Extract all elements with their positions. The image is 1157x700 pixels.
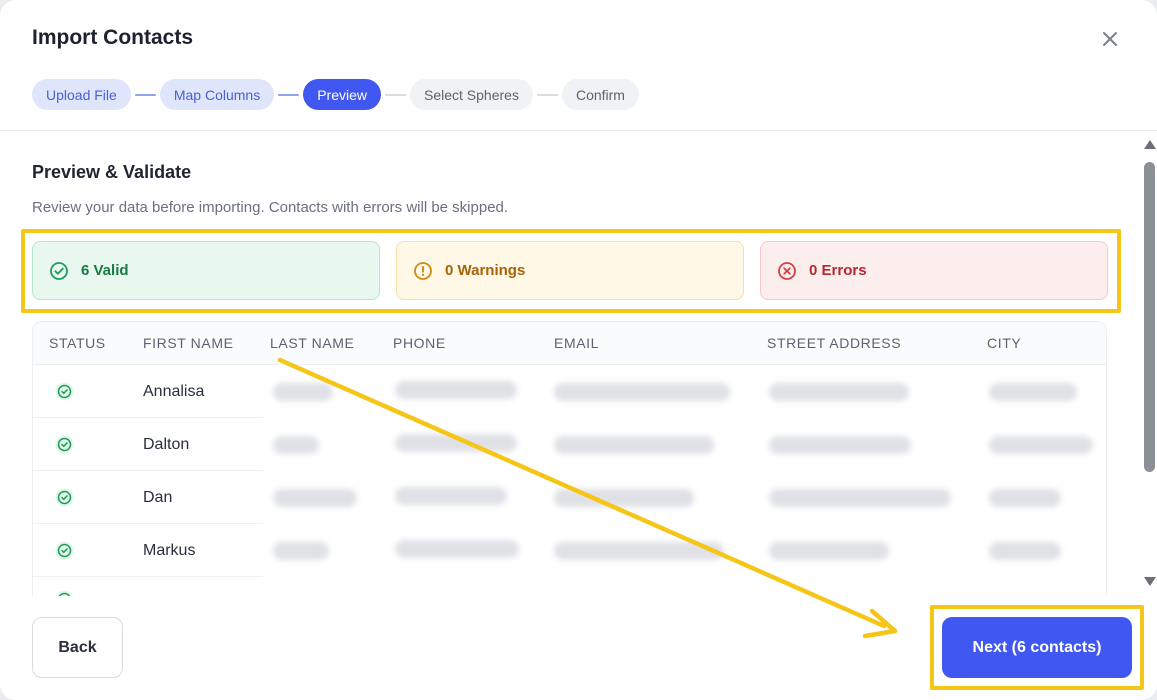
step-connector [536, 93, 558, 96]
table-header: STATUS FIRST NAME LAST NAME PHONE EMAIL … [33, 322, 1106, 365]
column-header-email: EMAIL [554, 335, 600, 351]
warnings-count: 0 Warnings [445, 262, 526, 279]
table-row[interactable]: Dan [33, 471, 263, 524]
column-header-last-name: LAST NAME [270, 335, 355, 351]
redacted-cell [395, 540, 519, 558]
column-header-phone: PHONE [393, 335, 446, 351]
redacted-cell [769, 383, 909, 401]
section-title: Preview & Validate [32, 162, 192, 182]
first-name-cell: Annalisa [143, 383, 205, 400]
redacted-cell [769, 436, 911, 454]
back-button[interactable]: Back [32, 617, 123, 678]
redacted-cell [554, 436, 714, 454]
step-select-spheres[interactable]: Select Spheres [410, 79, 533, 110]
modal-title: Import Contacts [32, 26, 194, 49]
column-header-city: CITY [987, 335, 1022, 351]
redacted-cell [989, 542, 1061, 560]
step-confirm[interactable]: Confirm [561, 79, 639, 110]
redacted-cell [554, 383, 730, 401]
column-header-street-address: STREET ADDRESS [767, 335, 902, 351]
check-circle-icon [50, 261, 68, 280]
first-name-cell: Dan [143, 489, 173, 506]
errors-count: 0 Errors [809, 262, 867, 279]
step-upload-file[interactable]: Upload File [32, 79, 131, 110]
redacted-cell [273, 489, 357, 507]
redacted-cell [554, 489, 694, 507]
import-contacts-modal: Import Contacts Upload File Map Columns … [0, 0, 1157, 700]
redacted-cell [769, 542, 889, 560]
errors-summary-card: 0 Errors [760, 241, 1108, 300]
scroll-up-arrow-icon[interactable] [1144, 140, 1156, 149]
redacted-cell [395, 434, 517, 452]
step-preview[interactable]: Preview [303, 79, 381, 110]
table-row[interactable]: Dalton [33, 418, 263, 471]
first-name-cell: Markus [143, 542, 196, 559]
step-connector [385, 93, 406, 96]
redacted-cell [395, 487, 507, 505]
preview-table[interactable]: STATUS FIRST NAME LAST NAME PHONE EMAIL … [32, 321, 1107, 596]
step-connector [278, 93, 300, 96]
table-row[interactable]: Annalisa [33, 365, 263, 418]
redacted-cell [554, 542, 724, 560]
error-circle-icon [778, 261, 796, 280]
redacted-cell [273, 383, 333, 401]
warnings-summary-card: 0 Warnings [396, 241, 744, 300]
step-connector [134, 93, 156, 96]
import-stepper: Upload File Map Columns Preview Select S… [32, 79, 639, 110]
redacted-cell [769, 489, 951, 507]
redacted-cell [989, 436, 1093, 454]
redacted-cell [273, 436, 319, 454]
redacted-cell [395, 381, 517, 399]
redacted-cell [989, 383, 1077, 401]
redacted-cell [273, 542, 329, 560]
scroll-down-arrow-icon[interactable] [1144, 577, 1156, 586]
first-name-cell: Dalton [143, 436, 190, 453]
valid-summary-card: 6 Valid [32, 241, 380, 300]
valid-status-icon [55, 435, 74, 454]
column-header-first-name: FIRST NAME [143, 335, 234, 351]
close-icon[interactable] [1099, 28, 1121, 50]
valid-status-icon [55, 541, 74, 560]
next-button[interactable]: Next (6 contacts) [942, 617, 1132, 678]
warning-circle-icon [414, 261, 432, 280]
section-description: Review your data before importing. Conta… [32, 199, 509, 216]
header-divider [0, 130, 1157, 131]
table-row[interactable]: Markus [33, 524, 263, 577]
valid-status-icon [55, 488, 74, 507]
step-map-columns[interactable]: Map Columns [159, 79, 275, 110]
valid-status-icon [56, 590, 73, 596]
vertical-scrollbar[interactable] [1141, 140, 1157, 590]
column-header-status: STATUS [49, 335, 106, 351]
valid-status-icon [55, 382, 74, 401]
scroll-thumb[interactable] [1144, 162, 1155, 472]
valid-count: 6 Valid [81, 262, 129, 279]
redacted-cell [989, 489, 1061, 507]
